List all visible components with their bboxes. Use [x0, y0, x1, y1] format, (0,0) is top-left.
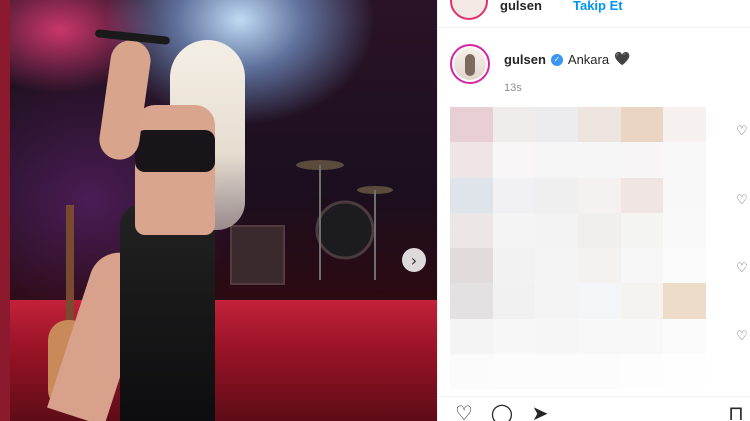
- username[interactable]: gulsen: [504, 52, 546, 67]
- verified-badge-icon: ✓: [550, 53, 563, 66]
- singer-skirt: [120, 205, 215, 421]
- comment-like-icon[interactable]: ♡: [736, 329, 748, 344]
- heart-outline-icon[interactable]: ♡: [452, 401, 476, 421]
- blurred-comments: [450, 107, 706, 389]
- top-profile-strip: gulsen Takip Et: [438, 0, 750, 28]
- photo-left-edge: [0, 0, 10, 421]
- post-header: gulsen ✓ Ankara 🖤 13s: [438, 44, 750, 104]
- avatar-figure: [465, 54, 475, 76]
- black-heart-emoji: 🖤: [614, 52, 631, 67]
- amplifier: [230, 225, 285, 285]
- next-glyph: ›: [410, 250, 418, 270]
- avatar-image: [454, 48, 486, 80]
- top-username[interactable]: gulsen: [500, 0, 542, 13]
- paper-plane-icon[interactable]: ➤: [528, 401, 552, 421]
- timestamp[interactable]: 13s: [504, 82, 522, 94]
- comment-bubble-icon[interactable]: ◯: [490, 401, 514, 421]
- avatar[interactable]: [450, 44, 490, 84]
- follow-button[interactable]: Takip Et: [573, 0, 623, 13]
- caption-text: Ankara: [567, 52, 610, 67]
- caption-line: gulsen ✓ Ankara 🖤: [504, 52, 630, 67]
- comment-like-icon[interactable]: ♡: [736, 193, 748, 208]
- chevron-right-icon[interactable]: ›: [402, 248, 426, 272]
- post-photo[interactable]: ›: [0, 0, 437, 421]
- guitar-neck: [66, 205, 74, 325]
- bookmark-icon[interactable]: ⊓: [724, 401, 748, 421]
- top-avatar[interactable]: [450, 0, 488, 20]
- singer-top: [135, 130, 215, 172]
- action-bar: ♡ ◯ ➤ ⊓: [438, 396, 750, 421]
- comment-like-icon[interactable]: ♡: [736, 261, 748, 276]
- verified-glyph: ✓: [553, 55, 561, 64]
- comment-like-icon[interactable]: ♡: [736, 124, 748, 139]
- drum-kit: [290, 110, 400, 290]
